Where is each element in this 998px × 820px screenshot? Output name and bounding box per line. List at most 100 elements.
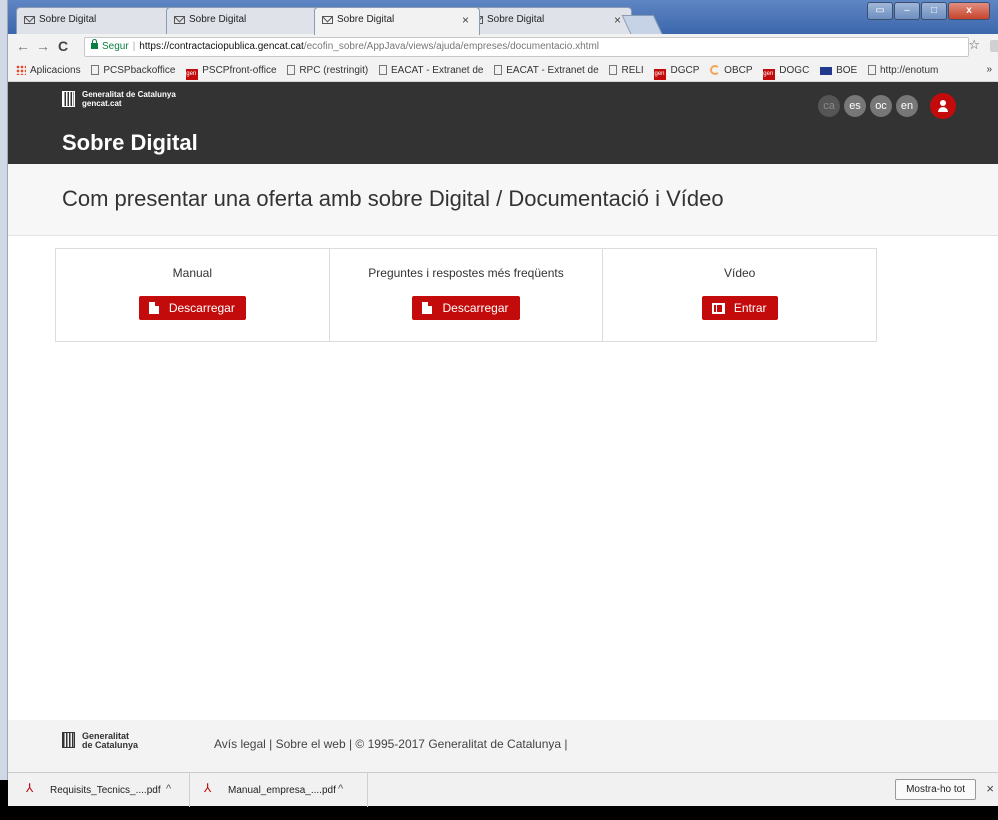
bookmark-item[interactable]: EACAT - Extranet de bbox=[494, 65, 599, 76]
film-icon bbox=[711, 303, 725, 314]
pdf-icon: ⅄ bbox=[204, 781, 212, 795]
page-icon bbox=[379, 65, 387, 75]
tab-title: Sobre Digital bbox=[39, 14, 97, 25]
bookmark-star-icon[interactable]: ☆ bbox=[968, 37, 980, 53]
extension-icon[interactable] bbox=[990, 40, 998, 52]
bookmark-label: PCSPbackoffice bbox=[103, 65, 176, 76]
bookmark-label: PSCPfront-office bbox=[202, 65, 277, 76]
reload-icon[interactable]: C bbox=[58, 38, 68, 54]
generalitat-logo-icon bbox=[62, 732, 75, 748]
restore-window-button[interactable]: ▭ bbox=[867, 2, 893, 20]
bookmark-item[interactable]: PCSPbackoffice bbox=[91, 65, 175, 76]
download-faq-button[interactable]: Descarregar bbox=[412, 296, 520, 320]
language-selector: ca es oc en bbox=[818, 95, 918, 117]
bookmark-item[interactable]: gen catDGCP bbox=[654, 65, 699, 80]
button-label: Descarregar bbox=[168, 301, 235, 315]
window-left-edge bbox=[0, 0, 8, 780]
c-icon bbox=[710, 65, 721, 75]
minimize-window-button[interactable]: – bbox=[894, 2, 920, 20]
browser-toolbar: ← → C Segur | https://contractaciopublica.… bbox=[8, 34, 998, 60]
user-icon[interactable] bbox=[930, 93, 956, 119]
document-icon bbox=[148, 302, 159, 314]
lock-icon bbox=[91, 39, 98, 49]
footer-brand-line-2: de Catalunya bbox=[82, 740, 139, 750]
download-item[interactable]: ⅄ Manual_empresa_....pdf ^ bbox=[190, 773, 368, 807]
bookmark-item[interactable]: RPC (restringit) bbox=[287, 65, 368, 76]
browser-tabstrip: Sobre Digital × Sobre Digital × Sobre Di… bbox=[0, 0, 998, 35]
site-title: Sobre Digital bbox=[62, 130, 198, 155]
bookmark-item[interactable]: gen catPSCPfront-office bbox=[186, 65, 277, 80]
gencat-icon: gen cat bbox=[763, 69, 783, 80]
apps-icon bbox=[16, 65, 26, 75]
download-item[interactable]: ⅄ Requisits_Tecnics_....pdf ^ bbox=[8, 773, 190, 807]
maximize-window-button[interactable]: □ bbox=[921, 2, 947, 20]
download-filename: Manual_empresa_....pdf bbox=[228, 785, 336, 796]
enter-video-button[interactable]: Entrar bbox=[701, 296, 778, 320]
lang-en[interactable]: en bbox=[896, 95, 918, 117]
footer-brand[interactable]: Generalitat de Catalunya bbox=[62, 732, 138, 750]
bookmark-label: EACAT - Extranet de bbox=[506, 65, 599, 76]
bookmark-item[interactable]: Aplicacions bbox=[16, 65, 81, 76]
url-host: https://contractaciopublica.gencat.cat bbox=[139, 41, 304, 52]
forward-arrow-icon[interactable]: → bbox=[36, 38, 50, 54]
site-footer: Generalitat de Catalunya Avís legal | So… bbox=[8, 720, 998, 772]
download-menu-caret-icon[interactable]: ^ bbox=[338, 783, 343, 795]
bookmark-label: RPC (restringit) bbox=[299, 65, 369, 76]
card-title: Manual bbox=[172, 266, 213, 280]
more-bookmarks-icon[interactable]: » bbox=[986, 64, 992, 75]
bookmark-label: http://enotum bbox=[879, 65, 939, 76]
lang-oc[interactable]: oc bbox=[870, 95, 892, 117]
heading-band: Com presentar una oferta amb sobre Digit… bbox=[8, 164, 998, 236]
window-controls: ▭ – □ x bbox=[867, 2, 990, 20]
url-path: /ecofin_sobre/AppJava/views/ajuda/empres… bbox=[303, 41, 599, 52]
bookmark-item[interactable]: gen catDOGC bbox=[763, 65, 809, 80]
lang-ca[interactable]: ca bbox=[818, 95, 840, 117]
card-video: Vídeo Entrar bbox=[603, 249, 876, 341]
brand-line-2: gencat.cat bbox=[82, 99, 122, 108]
browser-tab[interactable]: Sobre Digital × bbox=[16, 7, 190, 34]
card-manual: Manual Descarregar bbox=[56, 249, 330, 341]
mail-icon bbox=[24, 16, 35, 24]
browser-tab[interactable]: Sobre Digital × bbox=[464, 7, 632, 34]
gencat-brand-link[interactable]: Generalitat de Catalunya gencat.cat bbox=[62, 90, 176, 108]
close-tab-icon[interactable]: × bbox=[462, 13, 469, 27]
address-bar[interactable]: Segur | https://contractaciopublica.gencat… bbox=[84, 37, 969, 57]
download-menu-caret-icon[interactable]: ^ bbox=[166, 783, 171, 795]
page-icon bbox=[609, 65, 618, 75]
bookmark-label: Aplicacions bbox=[30, 65, 81, 76]
bookmark-item[interactable]: BOE bbox=[820, 65, 857, 76]
lang-es[interactable]: es bbox=[844, 95, 866, 117]
card-title: Preguntes i respostes més freqüents bbox=[368, 266, 564, 280]
back-arrow-icon[interactable]: ← bbox=[16, 38, 30, 54]
footer-links[interactable]: Avís legal | Sobre el web | © 1995-2017 … bbox=[214, 737, 568, 751]
page-title: Com presentar una oferta amb sobre Digit… bbox=[62, 186, 724, 211]
close-tab-icon[interactable]: × bbox=[614, 13, 621, 27]
close-shelf-icon[interactable]: × bbox=[986, 781, 994, 796]
boe-icon bbox=[820, 67, 833, 75]
page-icon bbox=[91, 65, 100, 75]
pdf-icon: ⅄ bbox=[26, 781, 34, 795]
brand-line-1: Generalitat de Catalunya bbox=[82, 90, 176, 99]
button-label: Entrar bbox=[733, 301, 767, 315]
close-window-button[interactable]: x bbox=[948, 2, 990, 20]
card-faq: Preguntes i respostes més freqüents Desc… bbox=[330, 249, 604, 341]
separator: | bbox=[132, 41, 136, 52]
bookmark-label: DGCP bbox=[670, 65, 700, 76]
documentation-cards: Manual Descarregar Preguntes i respostes… bbox=[55, 248, 877, 342]
bookmark-item[interactable]: OBCP bbox=[710, 65, 753, 76]
download-manual-button[interactable]: Descarregar bbox=[138, 296, 246, 320]
page-icon bbox=[494, 65, 503, 75]
bookmark-item[interactable]: http://enotum bbox=[867, 65, 939, 76]
bookmark-item[interactable]: EACAT - Extranet de bbox=[379, 65, 483, 76]
document-icon bbox=[422, 302, 433, 314]
secure-label: Segur bbox=[102, 41, 129, 52]
bookmark-label: DOGC bbox=[779, 65, 810, 76]
tab-title: Sobre Digital bbox=[337, 14, 395, 25]
card-title: Vídeo bbox=[724, 266, 756, 280]
browser-tab-active[interactable]: Sobre Digital × bbox=[314, 7, 480, 35]
bookmark-label: BOE bbox=[836, 65, 858, 76]
bookmark-label: EACAT - Extranet de bbox=[391, 65, 484, 76]
browser-tab[interactable]: Sobre Digital × bbox=[166, 7, 336, 34]
show-all-downloads-button[interactable]: Mostra-ho tot bbox=[895, 779, 976, 800]
bookmark-item[interactable]: RELI bbox=[609, 65, 644, 76]
